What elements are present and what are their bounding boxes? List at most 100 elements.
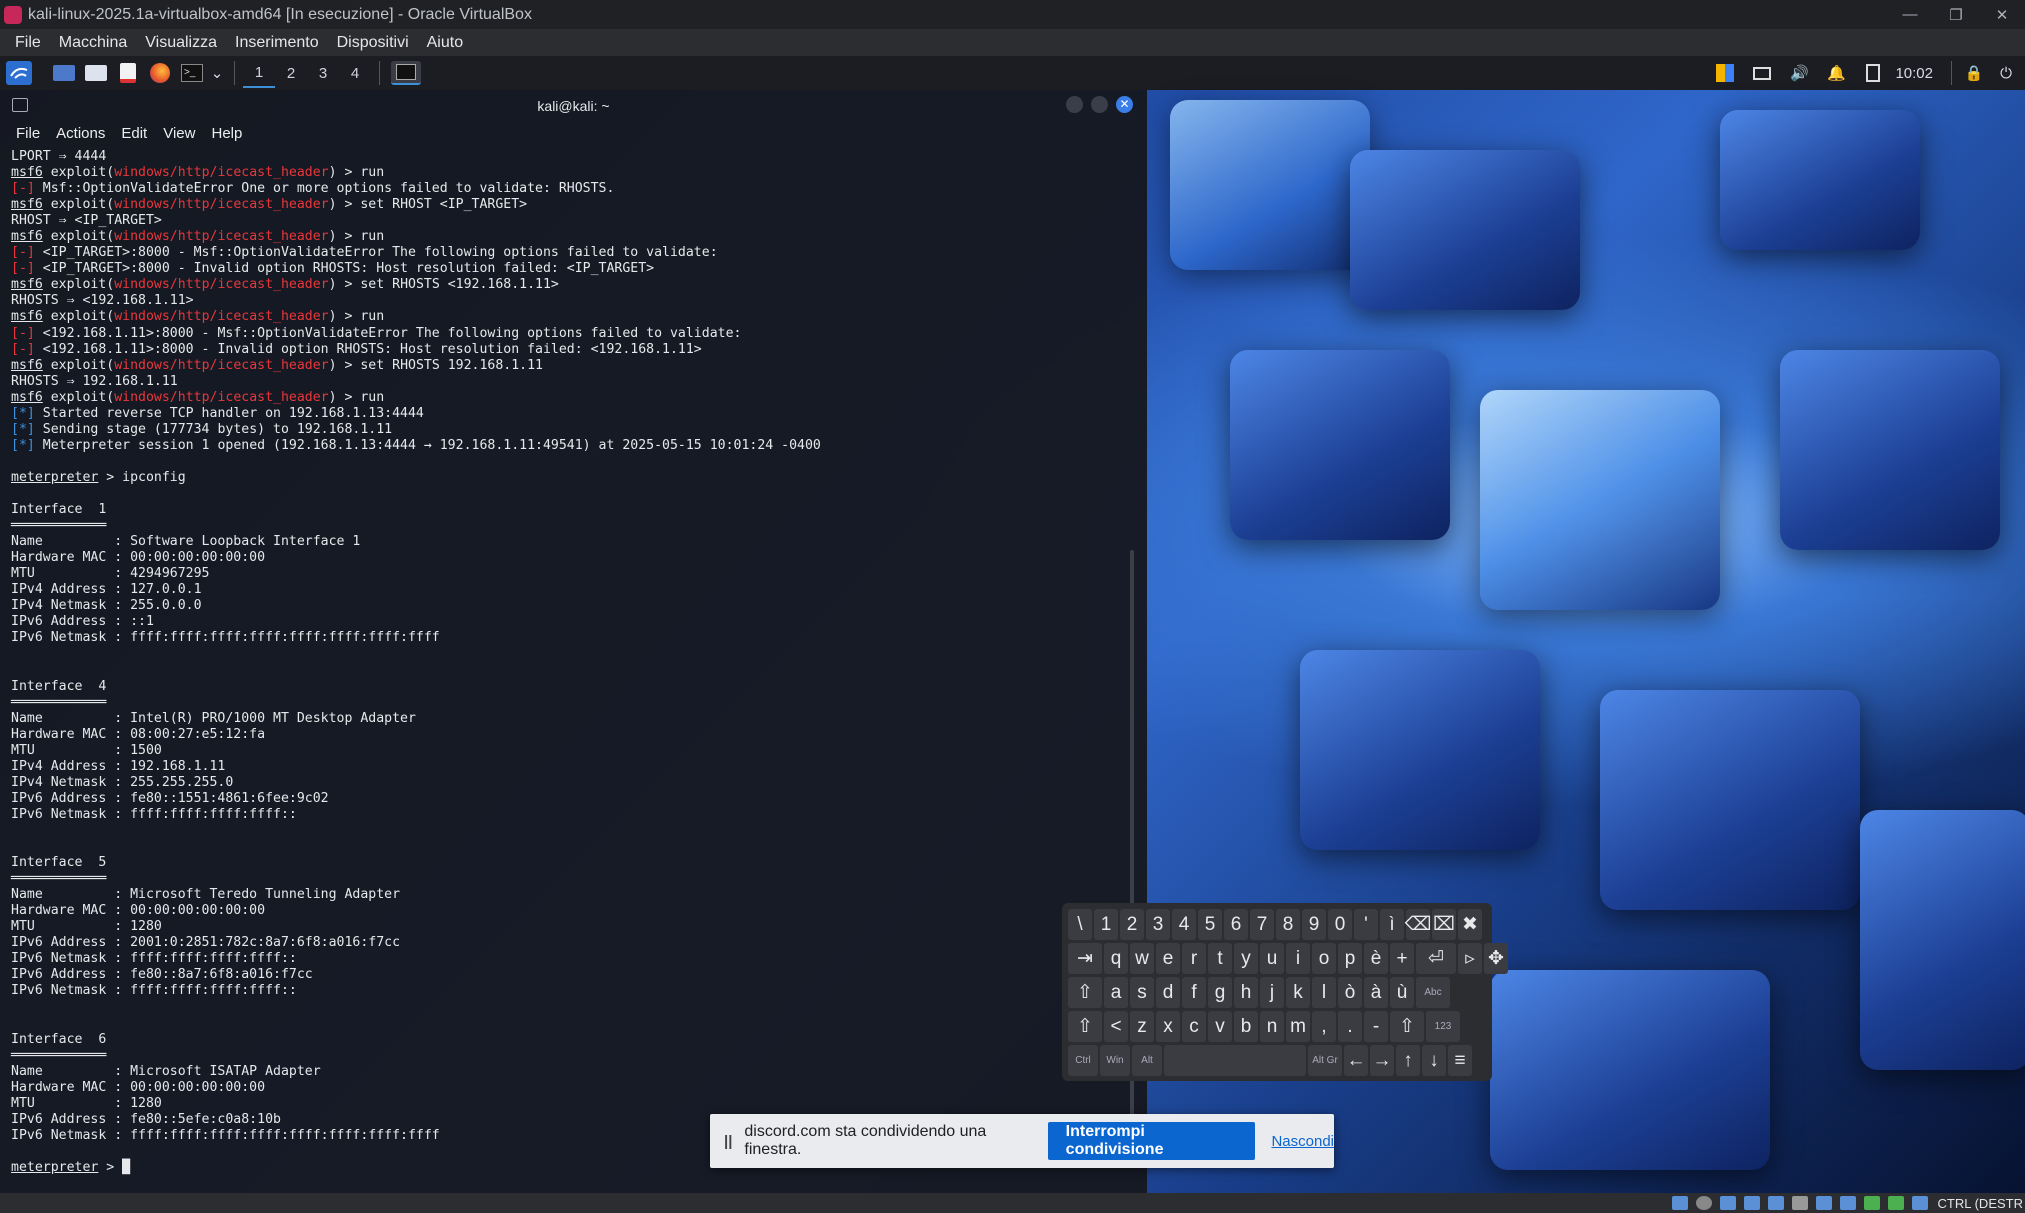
key[interactable]: 7 xyxy=(1250,909,1274,940)
key[interactable]: ▹ xyxy=(1458,943,1482,974)
key[interactable]: ⌧ xyxy=(1432,909,1456,940)
key[interactable]: m xyxy=(1286,1011,1310,1042)
key[interactable]: ⌫ xyxy=(1405,909,1431,940)
desktop-icon[interactable] xyxy=(51,61,77,85)
power-icon[interactable]: ⏻ xyxy=(1993,61,2019,85)
key[interactable] xyxy=(1164,1045,1306,1076)
key[interactable]: i xyxy=(1286,943,1310,974)
key[interactable]: Ctrl xyxy=(1068,1045,1098,1076)
key[interactable]: q xyxy=(1104,943,1128,974)
kali-menu-icon[interactable] xyxy=(6,61,32,85)
key[interactable]: , xyxy=(1312,1011,1336,1042)
key[interactable]: ⇧ xyxy=(1390,1011,1424,1042)
key[interactable]: ù xyxy=(1390,977,1414,1008)
key[interactable]: y xyxy=(1234,943,1258,974)
key[interactable]: d xyxy=(1156,977,1180,1008)
key[interactable]: à xyxy=(1364,977,1388,1008)
lock-icon[interactable]: 🔒 xyxy=(1961,61,1987,85)
display-icon[interactable] xyxy=(1749,61,1775,85)
key[interactable]: s xyxy=(1130,977,1154,1008)
key[interactable]: 6 xyxy=(1224,909,1248,940)
key[interactable]: u xyxy=(1260,943,1284,974)
key[interactable]: 3 xyxy=(1146,909,1170,940)
key[interactable]: ⇧ xyxy=(1068,977,1102,1008)
firefox-icon[interactable] xyxy=(147,61,173,85)
stop-sharing-button[interactable]: Interrompi condivisione xyxy=(1047,1122,1256,1160)
terminal-menu-actions[interactable]: Actions xyxy=(48,125,113,142)
key[interactable]: 8 xyxy=(1276,909,1300,940)
volume-icon[interactable]: 🔊 xyxy=(1786,61,1812,85)
key[interactable]: ↑ xyxy=(1396,1045,1420,1076)
file-manager-icon[interactable] xyxy=(83,61,109,85)
close-button[interactable]: ✕ xyxy=(1979,0,2025,29)
key[interactable]: ò xyxy=(1338,977,1362,1008)
key[interactable]: 123 xyxy=(1426,1011,1460,1042)
cpu-icon[interactable] xyxy=(1863,1196,1880,1210)
key[interactable]: Alt xyxy=(1132,1045,1162,1076)
key[interactable]: → xyxy=(1370,1045,1394,1076)
battery-icon[interactable] xyxy=(1860,61,1886,85)
menu-inserimento[interactable]: Inserimento xyxy=(226,34,328,52)
key[interactable]: f xyxy=(1182,977,1206,1008)
key[interactable]: b xyxy=(1234,1011,1258,1042)
terminal-menu-view[interactable]: View xyxy=(155,125,203,142)
terminal-minimize-button[interactable] xyxy=(1066,96,1083,113)
key[interactable]: 0 xyxy=(1328,909,1352,940)
key[interactable]: j xyxy=(1260,977,1284,1008)
usb-icon[interactable] xyxy=(1767,1196,1784,1210)
key[interactable]: 4 xyxy=(1172,909,1196,940)
key[interactable]: r xyxy=(1182,943,1206,974)
key[interactable]: ✖ xyxy=(1458,909,1482,940)
key[interactable]: p xyxy=(1338,943,1362,974)
key[interactable]: e xyxy=(1156,943,1180,974)
terminal-close-button[interactable]: ✕ xyxy=(1116,96,1133,113)
text-editor-icon[interactable] xyxy=(115,61,141,85)
key[interactable]: è xyxy=(1364,943,1388,974)
key[interactable]: t xyxy=(1208,943,1232,974)
key[interactable]: ↓ xyxy=(1422,1045,1446,1076)
keyboard-capture-icon[interactable] xyxy=(1911,1196,1928,1210)
key[interactable]: \ xyxy=(1068,909,1092,940)
shared-folders-icon[interactable] xyxy=(1791,1196,1808,1210)
key[interactable]: n xyxy=(1260,1011,1284,1042)
terminal-menu-edit[interactable]: Edit xyxy=(113,125,155,142)
key[interactable]: ✥ xyxy=(1484,943,1508,974)
audio-icon[interactable] xyxy=(1719,1196,1736,1210)
workspace-2[interactable]: 2 xyxy=(275,58,307,88)
key[interactable]: o xyxy=(1312,943,1336,974)
key[interactable]: ≡ xyxy=(1448,1045,1472,1076)
notification-bell-icon[interactable]: 🔔 xyxy=(1823,61,1849,85)
key[interactable]: Abc xyxy=(1416,977,1450,1008)
mouse-integration-icon[interactable] xyxy=(1887,1196,1904,1210)
key[interactable]: 5 xyxy=(1198,909,1222,940)
menu-visualizza[interactable]: Visualizza xyxy=(136,34,226,52)
network-icon[interactable] xyxy=(1743,1196,1760,1210)
key[interactable]: ← xyxy=(1344,1045,1368,1076)
key[interactable]: l xyxy=(1312,977,1336,1008)
menu-aiuto[interactable]: Aiuto xyxy=(418,34,472,52)
minimize-button[interactable]: — xyxy=(1887,0,1933,29)
taskbar-terminal-icon[interactable] xyxy=(391,61,421,85)
hide-banner-link[interactable]: Nascondi xyxy=(1271,1133,1334,1150)
chevron-down-icon[interactable]: ⌄ xyxy=(211,61,224,85)
workspace-3[interactable]: 3 xyxy=(307,58,339,88)
recording-icon[interactable] xyxy=(1839,1196,1856,1210)
key[interactable]: + xyxy=(1390,943,1414,974)
workspace-1[interactable]: 1 xyxy=(243,58,275,88)
key[interactable]: k xyxy=(1286,977,1310,1008)
terminal-menu-help[interactable]: Help xyxy=(203,125,250,142)
terminal-maximize-button[interactable] xyxy=(1091,96,1108,113)
key[interactable]: < xyxy=(1104,1011,1128,1042)
key[interactable]: ' xyxy=(1354,909,1378,940)
workspace-switcher-icon[interactable] xyxy=(1712,61,1738,85)
hard-disk-icon[interactable] xyxy=(1671,1196,1688,1210)
terminal-launcher-icon[interactable]: >_ xyxy=(179,61,205,85)
optical-drive-icon[interactable] xyxy=(1695,1196,1712,1210)
key[interactable]: ⇧ xyxy=(1068,1011,1102,1042)
key[interactable]: 9 xyxy=(1302,909,1326,940)
key[interactable]: ⇥ xyxy=(1068,943,1102,974)
maximize-button[interactable]: ❐ xyxy=(1933,0,1979,29)
key[interactable]: ⏎ xyxy=(1416,943,1456,974)
key[interactable]: 1 xyxy=(1094,909,1118,940)
key[interactable]: c xyxy=(1182,1011,1206,1042)
